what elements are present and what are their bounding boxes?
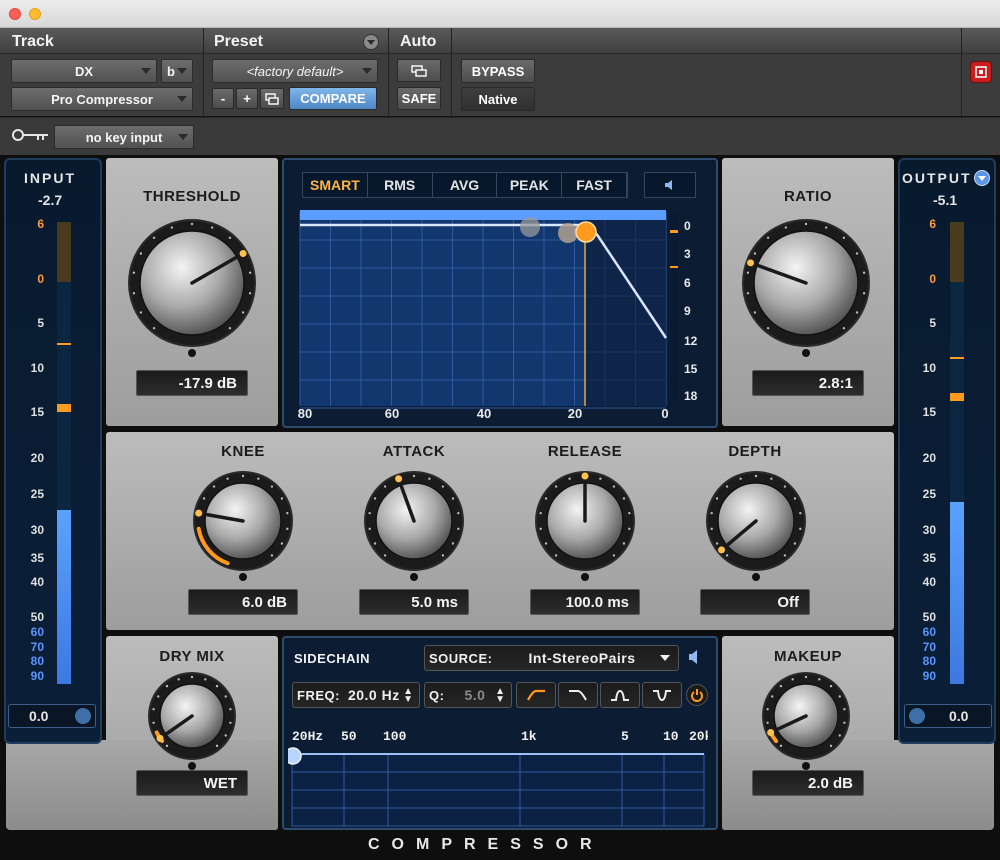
sidechain-filter-power-button[interactable] <box>686 684 708 706</box>
graph-y-tick: 0 <box>684 219 691 233</box>
sidechain-freq-tick: 100 <box>383 729 407 744</box>
detector-tabs: SMART RMS AVG PEAK FAST <box>302 172 628 198</box>
knee-handle[interactable] <box>520 217 540 237</box>
attack-knob[interactable] <box>364 471 464 581</box>
graph-x-tick: 0 <box>661 406 668 421</box>
input-level-bar <box>300 210 666 220</box>
ratio-value-field[interactable]: 2.8:1 <box>752 370 864 396</box>
lowpass-filter-button[interactable] <box>558 682 598 708</box>
graph-y-tick: 18 <box>684 389 698 403</box>
highpass-icon <box>527 689 545 701</box>
depth-knob[interactable] <box>706 471 806 581</box>
bandpass-icon <box>611 689 629 701</box>
sidechain-freq-tick: 50 <box>341 729 357 744</box>
detector-tab-smart[interactable]: SMART <box>303 173 368 197</box>
graph-y-tick: 12 <box>684 334 698 348</box>
makeup-value-field[interactable]: 2.0 dB <box>752 770 864 796</box>
graph-x-tick: 80 <box>298 406 312 421</box>
attack-value-field[interactable]: 5.0 ms <box>359 589 469 615</box>
threshold-handle[interactable] <box>575 221 597 243</box>
plugin-name-footer: COMPRESSOR <box>368 836 604 853</box>
sidechain-freq-tick: 10 <box>663 729 679 744</box>
makeup-knob[interactable] <box>762 672 850 770</box>
notch-filter-button[interactable] <box>642 682 682 708</box>
graph-y-tick: 3 <box>684 247 691 261</box>
sidechain-freq-tick: 1k <box>521 729 537 744</box>
sidechain-freq-handle[interactable] <box>288 747 302 765</box>
detector-tab-fast[interactable]: FAST <box>562 173 627 197</box>
drymix-value-field[interactable]: WET <box>136 770 248 796</box>
sidechain-q-field[interactable]: Q: 5.0 ▲ ▼ <box>424 682 512 708</box>
detector-tab-rms[interactable]: RMS <box>368 173 433 197</box>
ratio-knob[interactable] <box>742 219 870 357</box>
threshold-knob[interactable] <box>128 219 256 357</box>
sidechain-filter-display[interactable]: 20Hz 50 100 1k 5 10 20k <box>288 724 708 828</box>
release-knob[interactable] <box>535 471 635 581</box>
sidechain-title: SIDECHAIN <box>294 651 371 666</box>
gain-reduction-indicator <box>670 230 678 233</box>
graph-y-tick: 15 <box>684 362 698 376</box>
graph-x-tick: 60 <box>385 406 399 421</box>
threshold-value-field[interactable]: -17.9 dB <box>136 370 248 396</box>
highpass-filter-button[interactable] <box>516 682 556 708</box>
graph-x-tick: 40 <box>477 406 491 421</box>
knee-knob[interactable] <box>193 471 293 581</box>
speaker-icon <box>665 180 672 190</box>
ratio-handle[interactable] <box>558 223 578 243</box>
knee-value-field[interactable]: 6.0 dB <box>188 589 298 615</box>
transfer-curve-display[interactable]: 0 3 6 9 12 15 18 80 60 40 20 0 <box>298 206 698 426</box>
sidechain-freq-tick: 5 <box>621 729 629 744</box>
lowpass-icon <box>569 690 587 701</box>
bandpass-filter-button[interactable] <box>600 682 640 708</box>
depth-value-field[interactable]: Off <box>700 589 810 615</box>
listen-button[interactable] <box>644 172 696 198</box>
detector-tab-peak[interactable]: PEAK <box>497 173 563 197</box>
graph-y-tick: 6 <box>684 276 691 290</box>
sidechain-listen-button[interactable] <box>688 649 702 670</box>
drymix-knob[interactable] <box>148 672 236 770</box>
detector-tab-avg[interactable]: AVG <box>433 173 498 197</box>
speaker-icon <box>689 650 697 664</box>
stepper-icon: ▲ ▼ <box>403 686 413 705</box>
graph-y-tick: 9 <box>684 304 691 318</box>
sidechain-freq-field[interactable]: FREQ: 20.0 Hz ▲ ▼ <box>292 682 420 708</box>
release-value-field[interactable]: 100.0 ms <box>530 589 640 615</box>
notch-icon <box>653 690 671 701</box>
sidechain-freq-tick: 20Hz <box>292 729 323 744</box>
sidechain-freq-tick: 20k <box>689 729 708 744</box>
power-icon <box>691 689 703 702</box>
chevron-down-icon <box>660 655 670 661</box>
stepper-icon: ▲ ▼ <box>495 686 505 705</box>
graph-x-tick: 20 <box>568 406 582 421</box>
sidechain-source-selector[interactable]: SOURCE: Int-StereoPairs <box>424 645 679 671</box>
